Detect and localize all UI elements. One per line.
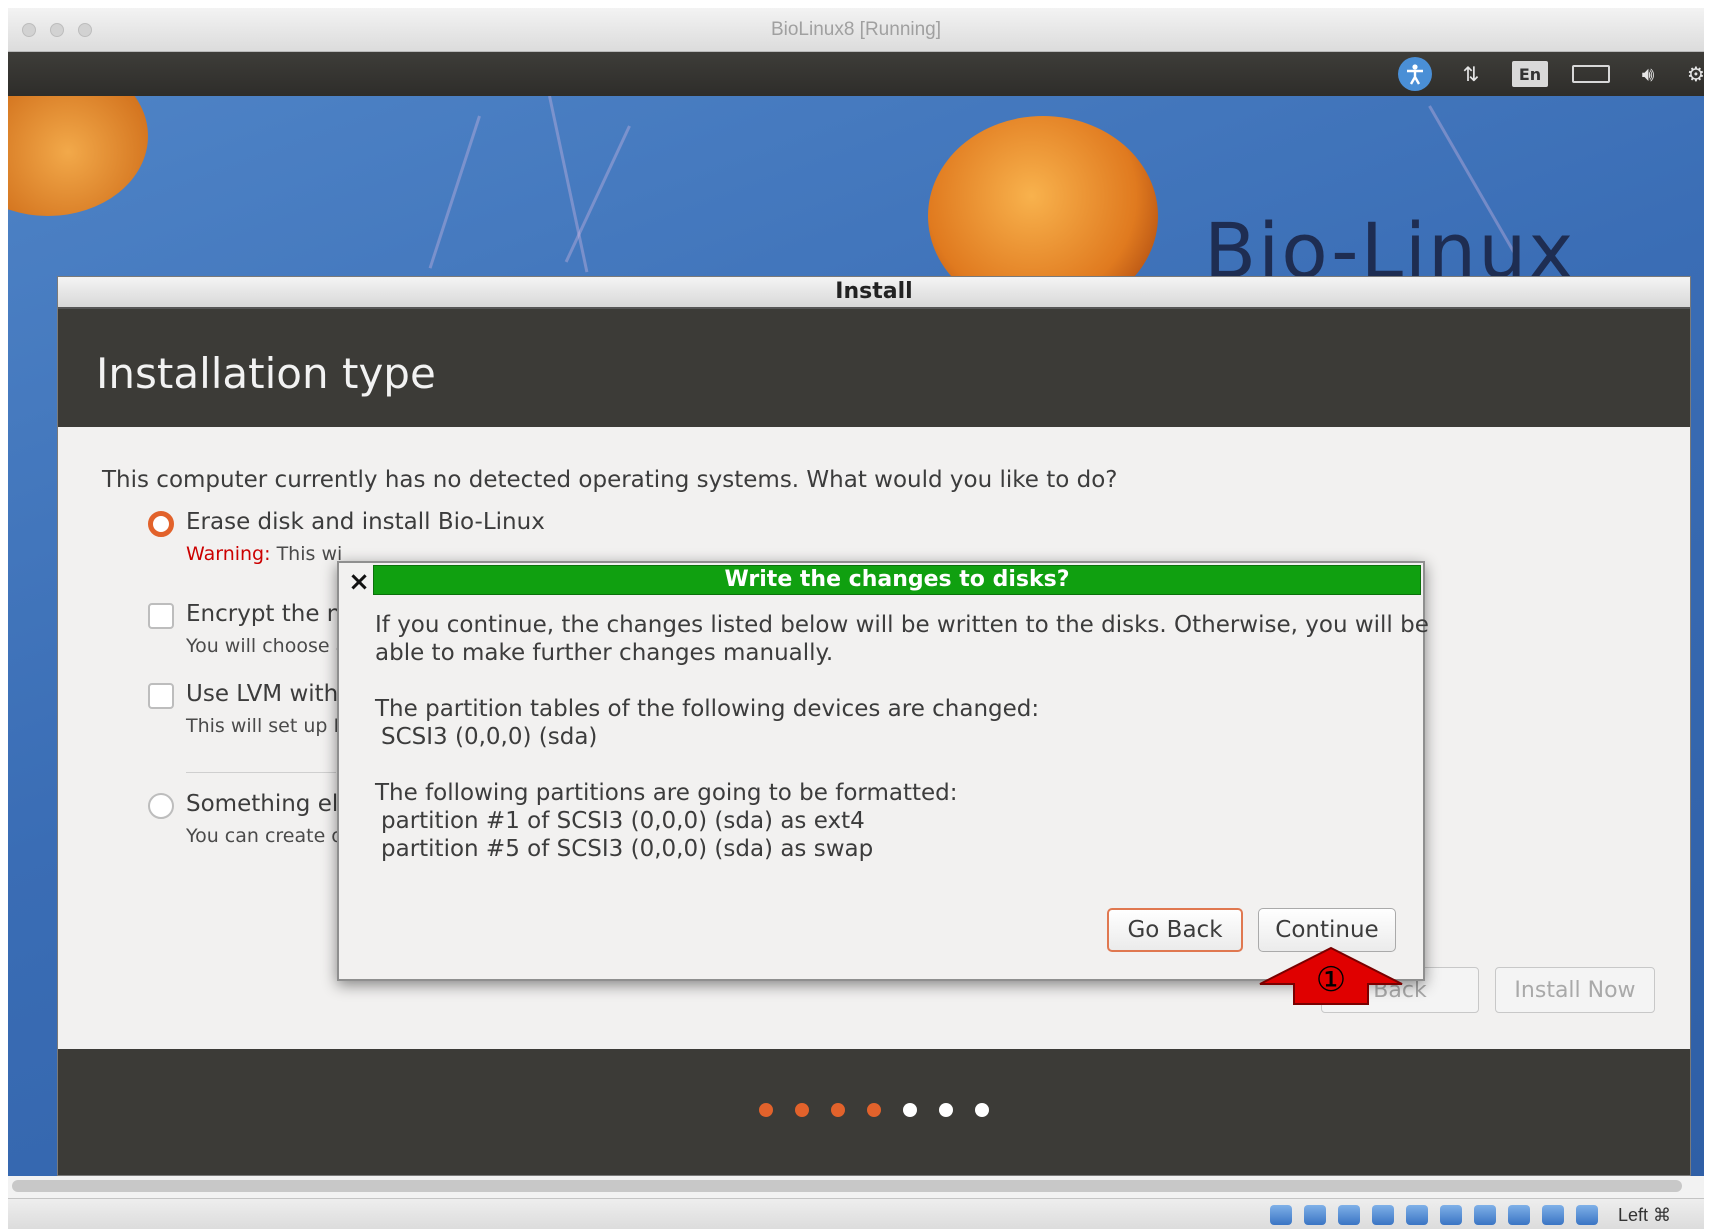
- lvm-checkbox[interactable]: [148, 683, 174, 709]
- progress-dot: [795, 1103, 809, 1117]
- battery-icon[interactable]: [1572, 65, 1610, 83]
- install-now-button[interactable]: Install Now: [1495, 967, 1655, 1013]
- accessibility-icon[interactable]: [1398, 57, 1432, 91]
- shared-folders-icon[interactable]: [1406, 1205, 1428, 1225]
- install-question: This computer currently has no detected …: [102, 467, 1118, 493]
- progress-dot: [903, 1103, 917, 1117]
- audio-icon[interactable]: [1338, 1205, 1360, 1225]
- settings-icon[interactable]: ⚙: [1684, 61, 1708, 87]
- format-item: partition #5 of SCSI3 (0,0,0) (sda) as s…: [381, 836, 874, 862]
- go-back-button[interactable]: Go Back: [1107, 908, 1243, 952]
- write-changes-dialog: × Write the changes to disks? If you con…: [337, 561, 1429, 981]
- progress-dots: [58, 1103, 1690, 1117]
- option-description-text: This wi: [276, 543, 343, 565]
- hard-disk-icon[interactable]: [1270, 1205, 1292, 1225]
- format-item: partition #1 of SCSI3 (0,0,0) (sda) as e…: [381, 808, 865, 834]
- option-divider: [186, 772, 336, 773]
- progress-dot: [975, 1103, 989, 1117]
- partition-table-device: SCSI3 (0,0,0) (sda): [381, 724, 598, 750]
- annotation-arrow: ①: [1258, 946, 1404, 1006]
- something-else-radio[interactable]: [148, 793, 174, 819]
- wallpaper-tentacle: [428, 115, 481, 269]
- progress-dot: [867, 1103, 881, 1117]
- volume-icon[interactable]: 🔊︎: [1630, 61, 1666, 87]
- progress-dot: [759, 1103, 773, 1117]
- host-titlebar: BioLinux8 [Running]: [8, 8, 1704, 52]
- option-label: Encrypt the n: [186, 601, 342, 627]
- dialog-intro-line: able to make further changes manually.: [375, 640, 834, 666]
- option-label: Something el: [186, 791, 339, 817]
- progress-dot: [939, 1103, 953, 1117]
- host-key-indicator: Left ⌘: [1618, 1205, 1672, 1225]
- option-description: Warning: This wi: [186, 543, 342, 565]
- guest-top-panel: ⇅ En 🔊︎ ⚙: [8, 52, 1705, 96]
- network-icon[interactable]: ⇅: [1456, 61, 1486, 87]
- format-heading: The following partitions are going to be…: [375, 780, 958, 806]
- mouse-integration-icon[interactable]: [1576, 1205, 1598, 1225]
- host-horizontal-scrollbar[interactable]: [8, 1176, 1704, 1198]
- host-window-title: BioLinux8 [Running]: [770, 19, 942, 40]
- install-footer: [58, 1049, 1690, 1175]
- erase-disk-radio[interactable]: [148, 511, 174, 537]
- page-title: Installation type: [58, 309, 1690, 427]
- option-description: You will choose a: [186, 635, 348, 657]
- wallpaper-tentacle: [548, 96, 589, 273]
- step-marker: ①: [1315, 960, 1347, 1000]
- progress-dot: [831, 1103, 845, 1117]
- dialog-title: Write the changes to disks?: [373, 565, 1421, 595]
- install-window-title: Install: [58, 277, 1690, 309]
- usb-icon[interactable]: [1372, 1205, 1394, 1225]
- option-label: Erase disk and install Bio-Linux: [186, 509, 545, 535]
- host-status-bar: Left ⌘: [8, 1198, 1704, 1229]
- scrollbar-thumb[interactable]: [12, 1180, 1682, 1192]
- warning-label: Warning:: [186, 543, 271, 565]
- encrypt-checkbox[interactable]: [148, 603, 174, 629]
- cpu-icon[interactable]: [1542, 1205, 1564, 1225]
- partition-tables-heading: The partition tables of the following de…: [375, 696, 1040, 722]
- video-capture-icon[interactable]: [1508, 1205, 1530, 1225]
- close-icon[interactable]: ×: [345, 567, 373, 597]
- wallpaper-jellyfish: [8, 96, 148, 216]
- option-label: Use LVM with: [186, 681, 339, 707]
- network-adapter-icon[interactable]: [1474, 1205, 1496, 1225]
- dialog-intro-line: If you continue, the changes listed belo…: [375, 612, 1429, 638]
- display-icon[interactable]: [1440, 1205, 1462, 1225]
- keyboard-layout-icon[interactable]: En: [1512, 61, 1548, 87]
- wallpaper-tentacle: [564, 125, 631, 263]
- option-description: This will set up L: [186, 715, 345, 737]
- optical-drive-icon[interactable]: [1304, 1205, 1326, 1225]
- option-description: You can create o: [186, 825, 343, 847]
